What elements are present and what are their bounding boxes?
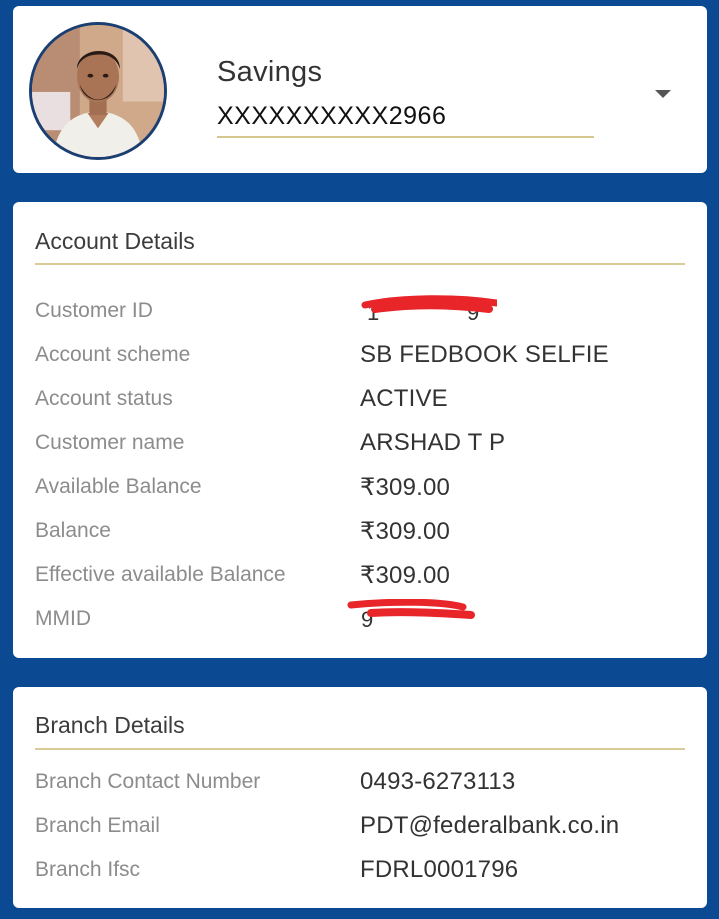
detail-label: Customer ID bbox=[35, 299, 153, 322]
detail-value[interactable]: PDT@federalbank.co.in bbox=[360, 812, 619, 840]
detail-row-account-scheme: Account scheme SB FEDBOOK SELFIE bbox=[13, 341, 707, 373]
detail-label: Available Balance bbox=[35, 475, 202, 498]
detail-row-balance: Balance ₹309.00 bbox=[13, 518, 707, 549]
branch-row-ifsc: Branch Ifsc FDRL0001796 bbox=[13, 856, 707, 888]
detail-row-mmid: MMID 9 bbox=[13, 599, 707, 637]
detail-row-account-status: Account status ACTIVE bbox=[13, 385, 707, 417]
detail-value: FDRL0001796 bbox=[360, 856, 519, 883]
redaction-scribble: 9 bbox=[347, 599, 475, 631]
detail-row-available-balance: Available Balance ₹309.00 bbox=[13, 474, 707, 505]
account-details-title: Account Details bbox=[35, 228, 195, 254]
account-type-label: Savings bbox=[217, 56, 323, 88]
branch-row-email: Branch Email PDT@federalbank.co.in bbox=[13, 812, 707, 844]
detail-label: Account status bbox=[35, 387, 173, 410]
detail-value: SB FEDBOOK SELFIE bbox=[360, 341, 609, 368]
branch-details-title: Branch Details bbox=[35, 712, 185, 738]
branch-details-card: Branch Details Branch Contact Number 049… bbox=[13, 687, 707, 908]
redacted-customer-id: 1 9 bbox=[347, 295, 497, 327]
detail-value: ACTIVE bbox=[360, 385, 448, 412]
detail-row-effective-balance: Effective available Balance ₹309.00 bbox=[13, 562, 707, 593]
section-divider bbox=[35, 263, 685, 265]
detail-value: ₹309.00 bbox=[360, 474, 451, 501]
detail-row-customer-id: Customer ID 1 9 bbox=[13, 295, 707, 329]
detail-value[interactable]: 0493-6273113 bbox=[360, 768, 515, 796]
redaction-scribble: 1 9 bbox=[361, 295, 497, 325]
detail-label: Effective available Balance bbox=[35, 563, 286, 586]
account-dropdown-button[interactable] bbox=[643, 74, 683, 114]
avatar bbox=[29, 22, 167, 160]
account-details-card: Account Details Customer ID 1 9 Account … bbox=[13, 202, 707, 658]
detail-label: MMID bbox=[35, 607, 91, 630]
account-number-underline bbox=[217, 136, 594, 138]
redacted-mmid: 9 bbox=[341, 599, 491, 631]
branch-row-contact-number: Branch Contact Number 0493-6273113 bbox=[13, 768, 707, 800]
detail-value: ₹309.00 bbox=[360, 562, 451, 589]
section-divider bbox=[35, 748, 685, 750]
app-screen: Savings XXXXXXXXXX2966 Account Details C… bbox=[0, 0, 719, 919]
account-selector-card[interactable]: Savings XXXXXXXXXX2966 bbox=[13, 6, 707, 173]
caret-down-icon bbox=[655, 90, 671, 98]
detail-label: Branch Contact Number bbox=[35, 770, 261, 793]
detail-label: Balance bbox=[35, 519, 111, 542]
detail-row-customer-name: Customer name ARSHAD T P bbox=[13, 429, 707, 461]
detail-label: Branch Ifsc bbox=[35, 858, 141, 881]
account-number[interactable]: XXXXXXXXXX2966 bbox=[217, 102, 446, 131]
profile-photo bbox=[32, 25, 164, 157]
detail-label: Branch Email bbox=[35, 814, 160, 837]
detail-value: ₹309.00 bbox=[360, 518, 451, 545]
detail-label: Customer name bbox=[35, 431, 185, 454]
detail-value: ARSHAD T P bbox=[360, 429, 506, 456]
detail-label: Account scheme bbox=[35, 343, 191, 366]
